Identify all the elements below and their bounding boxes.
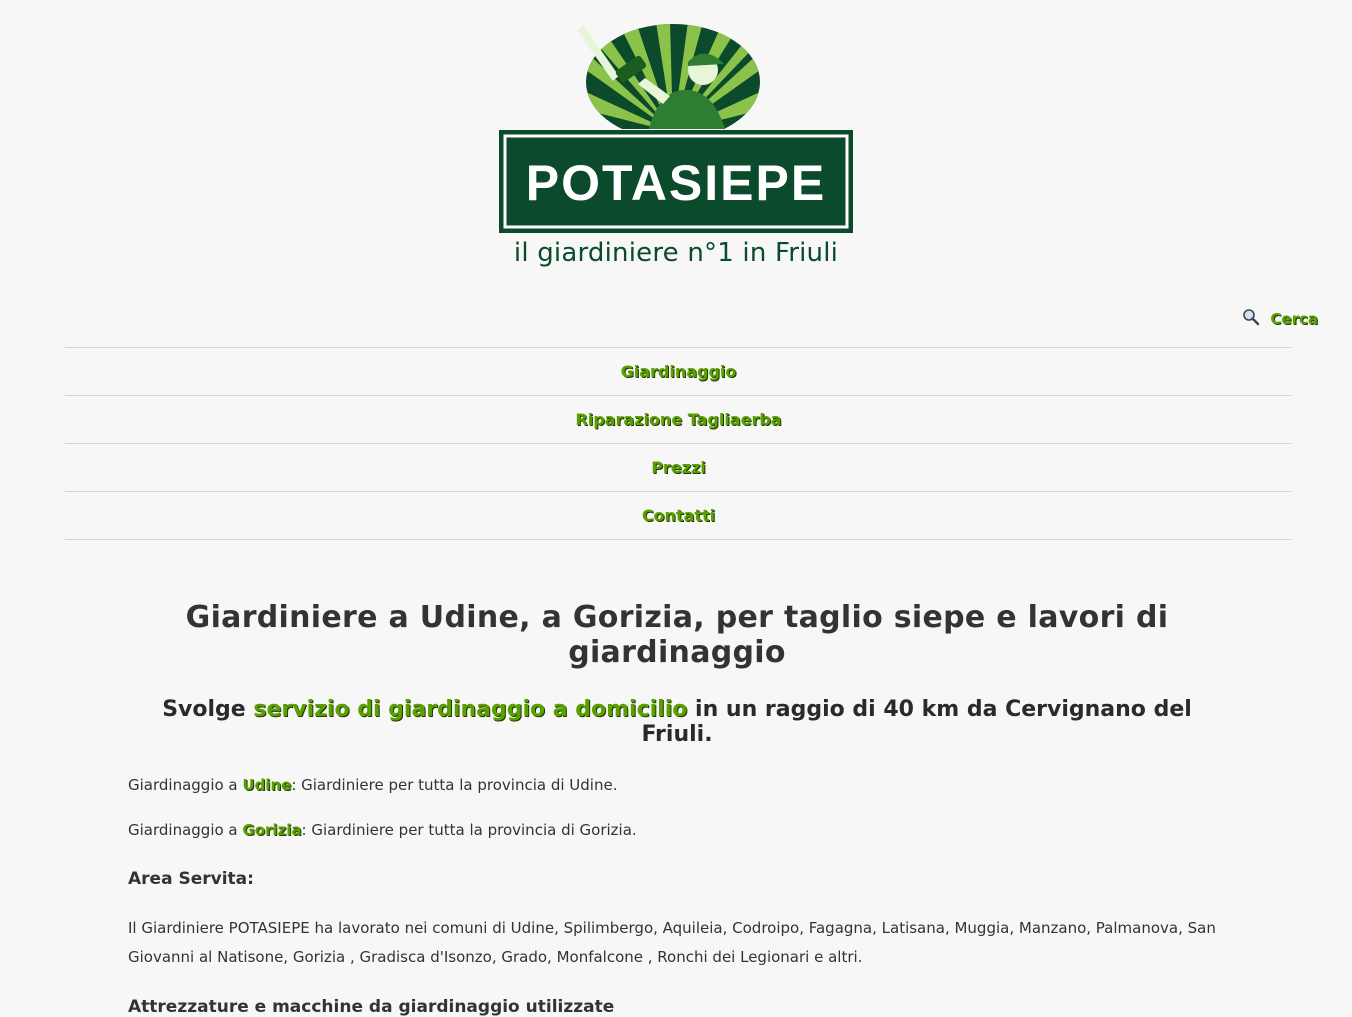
site-logo[interactable]: POTASIEPE bbox=[498, 22, 854, 234]
gorizia-link[interactable]: Gorizia bbox=[242, 821, 301, 839]
main-content: Giardiniere a Udine, a Gorizia, per tagl… bbox=[128, 600, 1226, 1017]
nav-item-prezzi[interactable]: Prezzi bbox=[65, 444, 1292, 492]
search-label: Cerca bbox=[1270, 310, 1318, 328]
area-servita-heading: Area Servita: bbox=[128, 869, 254, 889]
nav-item-giardinaggio[interactable]: Giardinaggio bbox=[65, 348, 1292, 396]
attrezzature-heading: Attrezzature e macchine da giardinaggio … bbox=[128, 997, 615, 1017]
page-title: Giardiniere a Udine, a Gorizia, per tagl… bbox=[185, 600, 1169, 670]
udine-paragraph: Giardinaggio a Udine: Giardiniere per tu… bbox=[128, 771, 1226, 800]
main-nav: Giardinaggio Riparazione Tagliaerba Prez… bbox=[65, 347, 1292, 540]
search-icon bbox=[1242, 308, 1260, 330]
udine-link[interactable]: Udine bbox=[242, 776, 291, 794]
nav-item-contatti[interactable]: Contatti bbox=[65, 492, 1292, 540]
nav-item-riparazione-tagliaerba[interactable]: Riparazione Tagliaerba bbox=[65, 396, 1292, 444]
gorizia-paragraph: Giardinaggio a Gorizia: Giardiniere per … bbox=[128, 816, 1226, 845]
area-servita-text: Il Giardiniere POTASIEPE ha lavorato nei… bbox=[128, 919, 1216, 966]
subtitle-prefix: Svolge bbox=[162, 697, 254, 722]
gorizia-suffix: : Giardiniere per tutta la provincia di … bbox=[301, 821, 637, 839]
udine-suffix: : Giardiniere per tutta la provincia di … bbox=[291, 776, 618, 794]
site-tagline: il giardiniere n°1 in Friuli bbox=[513, 238, 839, 268]
logo-brand-text: POTASIEPE bbox=[526, 155, 826, 211]
servizio-domicilio-link[interactable]: servizio di giardinaggio a domicilio bbox=[253, 697, 687, 722]
search-button[interactable]: Cerca bbox=[1242, 308, 1318, 330]
udine-prefix: Giardinaggio a bbox=[128, 776, 243, 794]
subtitle-suffix: in un raggio di 40 km da Cervignano del … bbox=[641, 697, 1192, 747]
page-subtitle: Svolge servizio di giardinaggio a domici… bbox=[128, 697, 1226, 747]
gorizia-prefix: Giardinaggio a bbox=[128, 821, 243, 839]
potasiepe-logo: POTASIEPE bbox=[498, 24, 854, 234]
